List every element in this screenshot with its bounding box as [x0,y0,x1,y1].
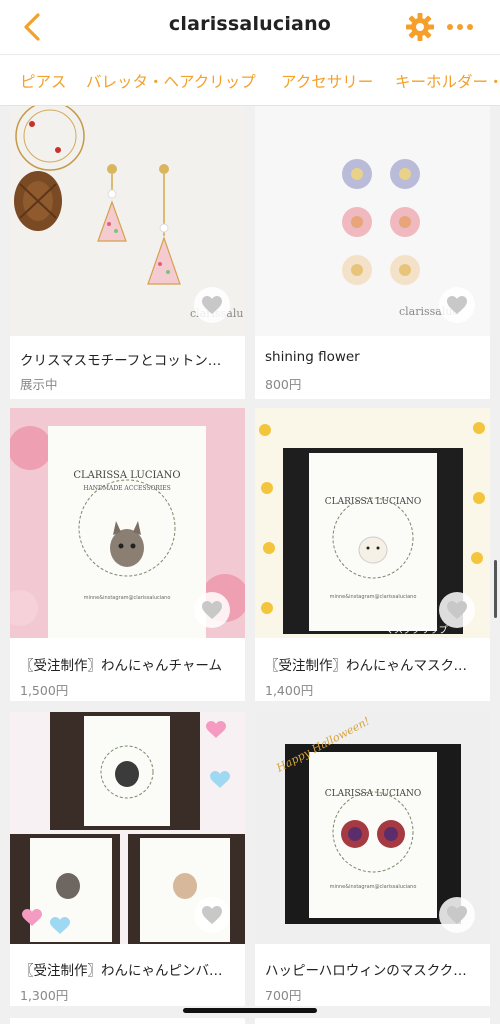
product-name: 〖受注制作〗わんにゃんピンバッジ [20,963,235,979]
favorite-button[interactable] [194,287,230,323]
product-name: shining flower [265,349,360,365]
product-card[interactable] [255,1018,490,1024]
product-card[interactable]: 〖受注制作〗わんにゃんピンバッジ 1,300円 [10,712,245,1006]
tab-barrette[interactable]: バレッタ・ヘアクリップ [86,70,256,92]
product-price: 1,500円 [20,683,69,698]
card-brand-text: CLARISSA LUCIANO [325,789,422,799]
product-price: 展示中 [20,377,58,392]
product-name: 〖受注制作〗わんにゃんチャーム [20,658,222,674]
favorite-button[interactable] [439,592,475,628]
tab-keyholder[interactable]: キーホルダー・ [395,70,500,92]
product-name: ハッピーハロウィンのマスクク… [265,963,467,979]
product-card[interactable]: CLARISSA LUCIANO HANDMADE ACCESSORIES mi… [10,408,245,701]
heart-icon [447,601,467,619]
mask-clip-label: マスククリップ [385,625,448,636]
product-price: 700円 [265,988,302,1003]
more-button[interactable] [444,14,478,40]
gear-icon [406,13,434,41]
favorite-button[interactable] [194,897,230,933]
card-brand-text: CLARISSA LUCIANO [73,470,180,481]
settings-button[interactable] [403,10,437,44]
product-card[interactable]: clarissalu クリスマスモチーフとコットン… 展示中 [10,106,245,399]
card-brand-text: CLARISSA LUCIANO [325,497,422,507]
card-footer-text: minne&instagram@clarissaluciano [330,594,417,600]
card-footer-text: minne&instagram@clarissaluciano [84,595,171,601]
heart-icon [447,906,467,924]
product-name: 〖受注制作〗わんにゃんマスクク… [265,658,480,674]
product-card[interactable]: CLARISSA LUCIANO minne&instagram@clariss… [255,408,490,701]
product-card[interactable]: Happy Halloween! CLARISSA LUCIANO minne&… [255,712,490,1006]
heart-icon [447,296,467,314]
category-tabs: ピアス バレッタ・ヘアクリップ アクセサリー キーホルダー・ [0,54,500,106]
heart-icon [202,601,222,619]
product-price: 1,400円 [265,683,314,698]
home-indicator[interactable] [183,1008,317,1013]
more-horizontal-icon [447,24,473,30]
product-price: 1,300円 [20,988,69,1003]
product-card[interactable] [10,1018,245,1024]
app-header: clarissaluciano [0,0,500,54]
tab-accessory[interactable]: アクセサリー [281,70,373,92]
card-footer-text: minne&instagram@clarissaluciano [330,884,417,890]
favorite-button[interactable] [194,592,230,628]
product-card[interactable]: clarissaluc shining flower 800円 [255,106,490,399]
favorite-button[interactable] [439,897,475,933]
product-price: 800円 [265,377,302,392]
heart-icon [202,296,222,314]
favorite-button[interactable] [439,287,475,323]
scrollbar[interactable] [494,560,497,618]
heart-icon [202,906,222,924]
product-name: クリスマスモチーフとコットン… [20,353,222,369]
tab-piercing[interactable]: ピアス [20,70,67,92]
